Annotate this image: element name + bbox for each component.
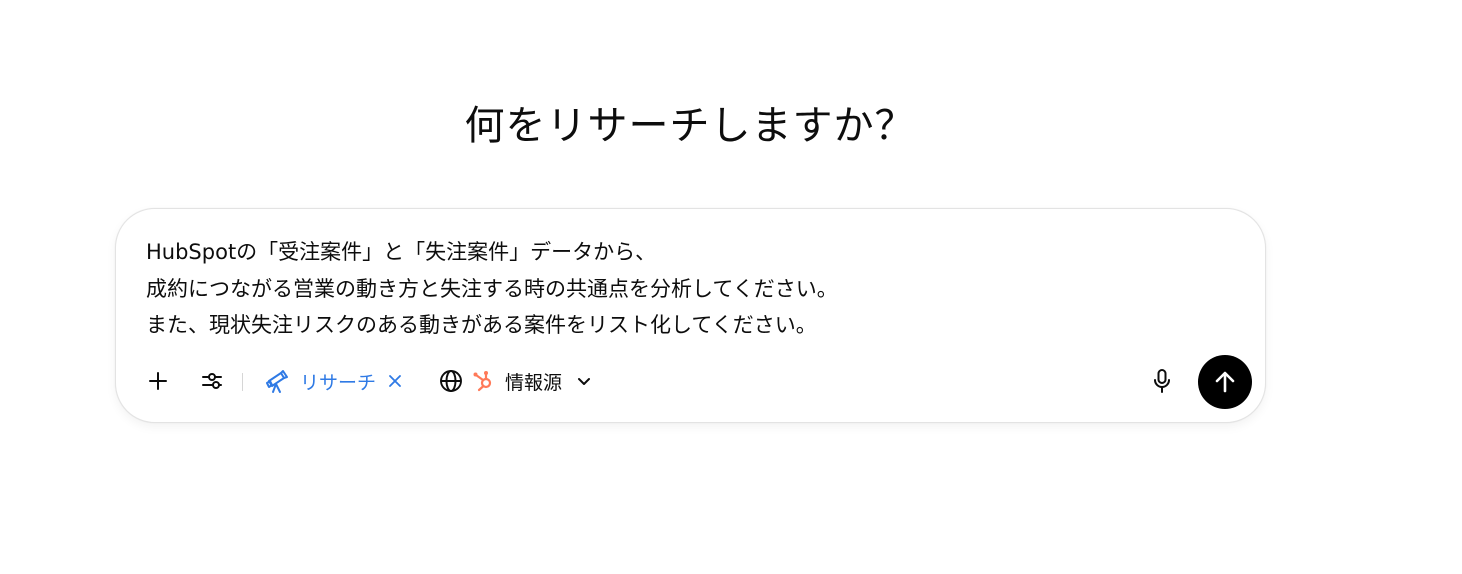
sources-dropdown[interactable]: 情報源 xyxy=(438,363,594,399)
plus-icon xyxy=(149,372,167,390)
research-mode-chip[interactable]: リサーチ xyxy=(264,363,404,399)
prompt-line: また、現状失注リスクのある動きがある案件をリスト化してください。 xyxy=(146,313,817,337)
sliders-icon xyxy=(202,373,222,389)
sources-label: 情報源 xyxy=(505,371,563,394)
telescope-icon xyxy=(266,370,288,393)
send-button[interactable] xyxy=(1198,355,1252,409)
tools-button[interactable] xyxy=(194,363,230,399)
microphone-icon xyxy=(1154,369,1170,393)
prompt-line: 成約につながる営業の動き方と失注する時の共通点を分析してください。 xyxy=(146,276,838,301)
remove-research-button[interactable] xyxy=(386,372,404,390)
add-attachment-button[interactable] xyxy=(140,363,176,399)
composer-toolbar: リサーチ 情報源 xyxy=(116,355,1265,411)
research-chip-label: リサーチ xyxy=(300,371,377,394)
globe-icon xyxy=(440,370,462,392)
prompt-composer[interactable]: HubSpotの「受注案件」と「失注案件」データから、 成約につながる営業の動き… xyxy=(115,208,1266,423)
hubspot-icon xyxy=(473,371,492,392)
page-title: 何をリサーチしますか？ xyxy=(464,103,916,149)
close-icon xyxy=(389,375,401,387)
prompt-line: HubSpotの「受注案件」と「失注案件」データから、 xyxy=(146,240,657,264)
prompt-input[interactable]: HubSpotの「受注案件」と「失注案件」データから、 成約につながる営業の動き… xyxy=(146,234,1196,344)
arrow-up-icon xyxy=(1215,371,1235,393)
voice-input-button[interactable] xyxy=(1144,363,1180,399)
toolbar-divider xyxy=(242,373,243,391)
chevron-down-icon xyxy=(578,378,591,385)
